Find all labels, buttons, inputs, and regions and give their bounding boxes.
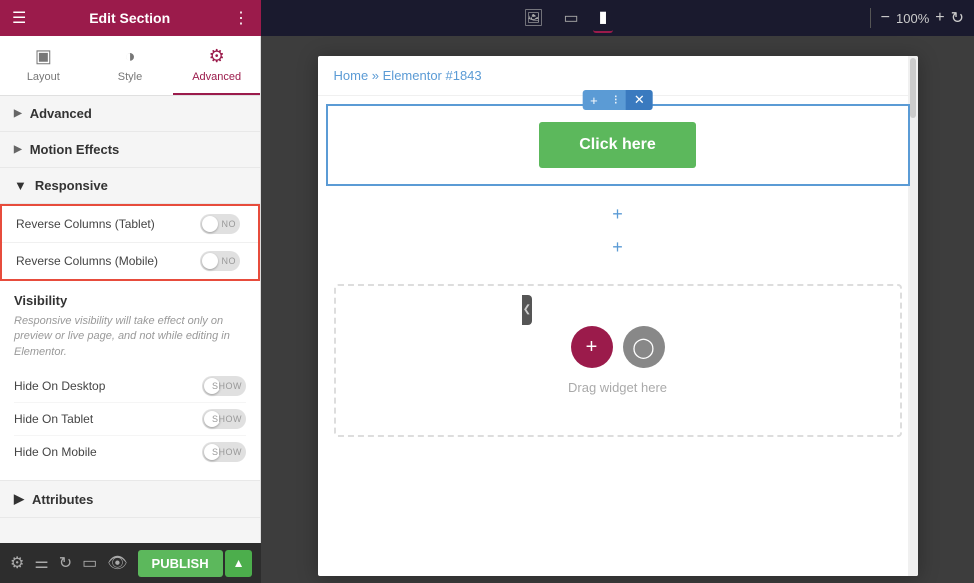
responsive-section-header[interactable]: ▼ Responsive bbox=[0, 168, 260, 204]
click-here-button[interactable]: Click here bbox=[539, 122, 695, 168]
show-label-mobile: SHOW bbox=[212, 447, 242, 457]
section-move-btn[interactable]: ⁝ bbox=[606, 90, 626, 110]
eye-icon[interactable]: 👁 bbox=[107, 553, 127, 573]
add-row-buttons: + + bbox=[318, 194, 918, 268]
layers-icon[interactable]: ⚌ bbox=[34, 553, 48, 573]
reverse-tablet-label: Reverse Columns (Tablet) bbox=[16, 217, 155, 231]
page-title: Edit Section bbox=[36, 10, 223, 26]
hide-desktop-row: Hide On Desktop SHOW bbox=[14, 370, 246, 403]
tab-layout[interactable]: ▣ Layout bbox=[0, 36, 87, 95]
click-section: + ⁝ ✕ Click here bbox=[326, 104, 910, 186]
show-label-desktop: SHOW bbox=[212, 381, 242, 391]
reverse-mobile-toggle[interactable]: NO bbox=[200, 251, 244, 271]
sidebar-header: ☰ Edit Section ⋮ bbox=[0, 0, 261, 36]
add-section-btn-1[interactable]: + bbox=[318, 198, 918, 231]
toggle-label-mobile: NO bbox=[222, 256, 237, 266]
show-label-tablet: SHOW bbox=[212, 414, 242, 424]
tab-advanced[interactable]: ⚙ Advanced bbox=[173, 36, 260, 95]
add-section-btn-2[interactable]: + bbox=[318, 231, 918, 264]
visibility-section: Visibility Responsive visibility will ta… bbox=[0, 281, 260, 481]
publish-button[interactable]: PUBLISH bbox=[138, 550, 223, 577]
section-toolbar: + ⁝ ✕ bbox=[582, 90, 653, 110]
motion-effects-arrow-icon: ▶ bbox=[14, 144, 22, 155]
attributes-section-header[interactable]: ▶ Attributes bbox=[0, 481, 260, 518]
reverse-tablet-row: Reverse Columns (Tablet) NO bbox=[2, 206, 258, 243]
toggle-label-tablet: NO bbox=[222, 219, 237, 229]
toggle-thumb-mobile bbox=[202, 253, 218, 269]
add-widget-btn[interactable]: + bbox=[571, 326, 613, 368]
sidebar-collapse-handle[interactable]: ❮ bbox=[522, 295, 532, 325]
reverse-columns-box: Reverse Columns (Tablet) NO Reverse Colu… bbox=[0, 204, 260, 281]
advanced-arrow-icon: ▶ bbox=[14, 108, 22, 119]
bottom-bar: ⚙ ⚌ ↻ ▭ 👁 PUBLISH ▲ bbox=[0, 543, 261, 583]
hide-mobile-toggle[interactable]: SHOW bbox=[202, 442, 246, 462]
reverse-tablet-toggle[interactable]: NO bbox=[200, 214, 244, 234]
zoom-controls: − 100% + ↻ bbox=[881, 8, 964, 28]
hide-tablet-label: Hide On Tablet bbox=[14, 412, 93, 426]
drag-widget-text: Drag widget here bbox=[568, 380, 667, 395]
canvas-area: ❮ Home » Elementor #1843 + ⁝ ✕ bbox=[261, 36, 974, 583]
sidebar-content: ▶ Advanced ▶ Motion Effects ▼ Responsive… bbox=[0, 96, 260, 583]
reverse-mobile-row: Reverse Columns (Mobile) NO bbox=[2, 243, 258, 279]
toggle-thumb-tablet bbox=[202, 216, 218, 232]
zoom-reset-btn[interactable]: ↻ bbox=[951, 8, 964, 28]
visibility-title: Visibility bbox=[14, 293, 246, 308]
tablet-btn[interactable]: ▭ bbox=[558, 4, 585, 32]
layout-icon: ▣ bbox=[35, 46, 52, 67]
hide-tablet-toggle[interactable]: SHOW bbox=[202, 409, 246, 429]
attributes-arrow-icon: ▶ bbox=[14, 491, 24, 507]
click-section-inner: Click here bbox=[326, 104, 910, 186]
sidebar: ▣ Layout ◑ Style ⚙ Advanced ▶ Advanced bbox=[0, 36, 261, 583]
hide-desktop-label: Hide On Desktop bbox=[14, 379, 105, 393]
section-add-btn[interactable]: + bbox=[582, 90, 606, 110]
section-delete-btn[interactable]: ✕ bbox=[626, 90, 653, 110]
widget-library-btn[interactable]: ◯ bbox=[623, 326, 665, 368]
tab-bar: ▣ Layout ◑ Style ⚙ Advanced bbox=[0, 36, 260, 96]
mobile-btn[interactable]: ▮ bbox=[593, 3, 614, 33]
toggle-track-mobile: NO bbox=[200, 251, 240, 271]
desktop-btn[interactable]: 🖼 bbox=[517, 4, 549, 32]
top-toolbar: 🖼 ▭ ▮ − 100% + ↻ bbox=[261, 0, 974, 36]
device-switcher: 🖼 ▭ ▮ bbox=[271, 3, 860, 33]
history-icon[interactable]: ↻ bbox=[59, 553, 72, 573]
settings-icon[interactable]: ⚙ bbox=[10, 553, 24, 573]
style-icon: ◑ bbox=[125, 46, 136, 67]
publish-group: PUBLISH ▲ bbox=[138, 550, 253, 577]
reverse-mobile-label: Reverse Columns (Mobile) bbox=[16, 254, 158, 268]
advanced-section-header[interactable]: ▶ Advanced bbox=[0, 96, 260, 132]
responsive-arrow-icon: ▼ bbox=[14, 178, 27, 193]
toolbar-divider bbox=[870, 8, 871, 28]
visibility-description: Responsive visibility will take effect o… bbox=[14, 314, 246, 360]
scroll-thumb bbox=[910, 58, 916, 118]
zoom-out-btn[interactable]: − bbox=[881, 9, 890, 27]
hide-mobile-label: Hide On Mobile bbox=[14, 445, 97, 459]
toggle-track-tablet: NO bbox=[200, 214, 240, 234]
hide-tablet-row: Hide On Tablet SHOW bbox=[14, 403, 246, 436]
page-frame: Home » Elementor #1843 + ⁝ ✕ Click here bbox=[318, 56, 918, 576]
zoom-level: 100% bbox=[896, 11, 929, 26]
hamburger-icon[interactable]: ☰ bbox=[12, 8, 26, 28]
motion-effects-section-header[interactable]: ▶ Motion Effects bbox=[0, 132, 260, 168]
tab-style[interactable]: ◑ Style bbox=[87, 36, 174, 95]
hide-desktop-toggle[interactable]: SHOW bbox=[202, 376, 246, 396]
hide-mobile-row: Hide On Mobile SHOW bbox=[14, 436, 246, 468]
breadcrumb-text: Home » Elementor #1843 bbox=[334, 68, 482, 83]
zoom-in-btn[interactable]: + bbox=[935, 9, 944, 27]
gear-icon: ⚙ bbox=[209, 46, 225, 67]
grid-icon[interactable]: ⋮ bbox=[233, 8, 249, 28]
drag-widget-area: + ◯ Drag widget here bbox=[334, 284, 902, 437]
drag-widget-icons: + ◯ bbox=[571, 326, 665, 368]
publish-dropdown-button[interactable]: ▲ bbox=[225, 550, 253, 577]
responsive-icon[interactable]: ▭ bbox=[82, 553, 97, 573]
